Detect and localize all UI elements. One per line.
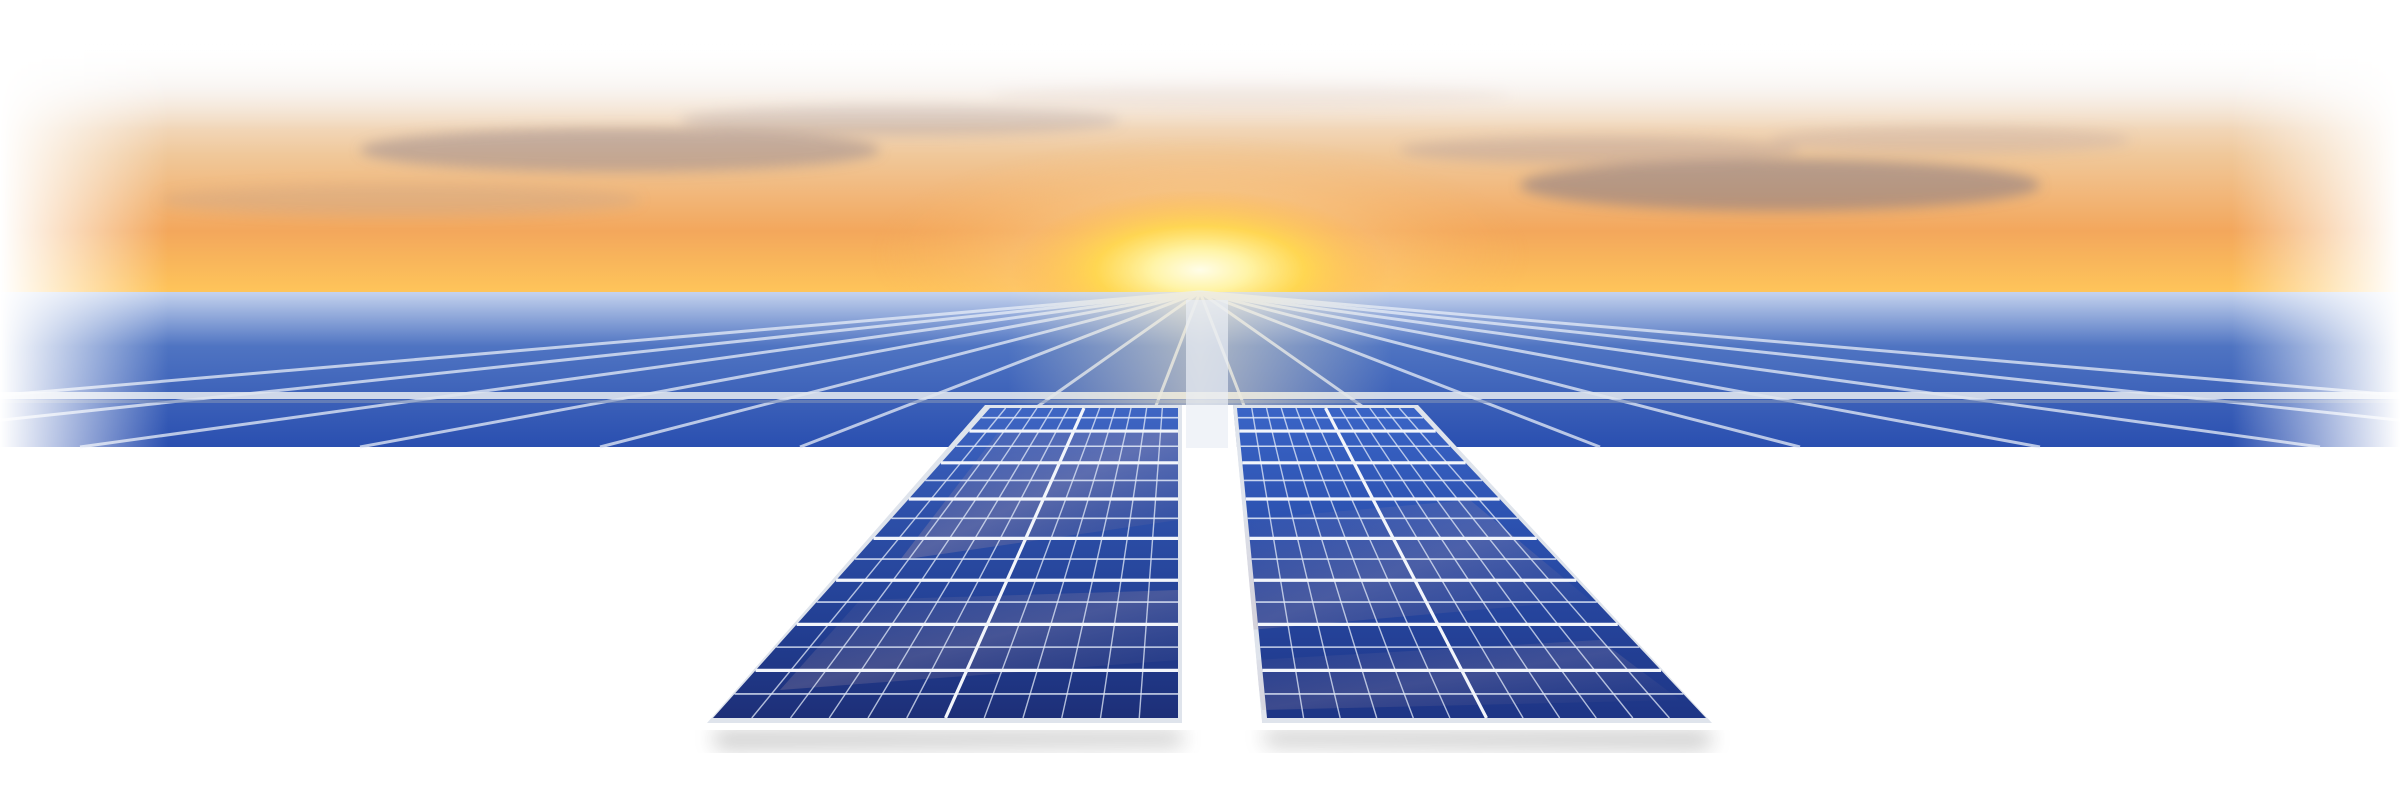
center-rail bbox=[1186, 300, 1228, 448]
solar-sunset-scene bbox=[0, 0, 2400, 790]
